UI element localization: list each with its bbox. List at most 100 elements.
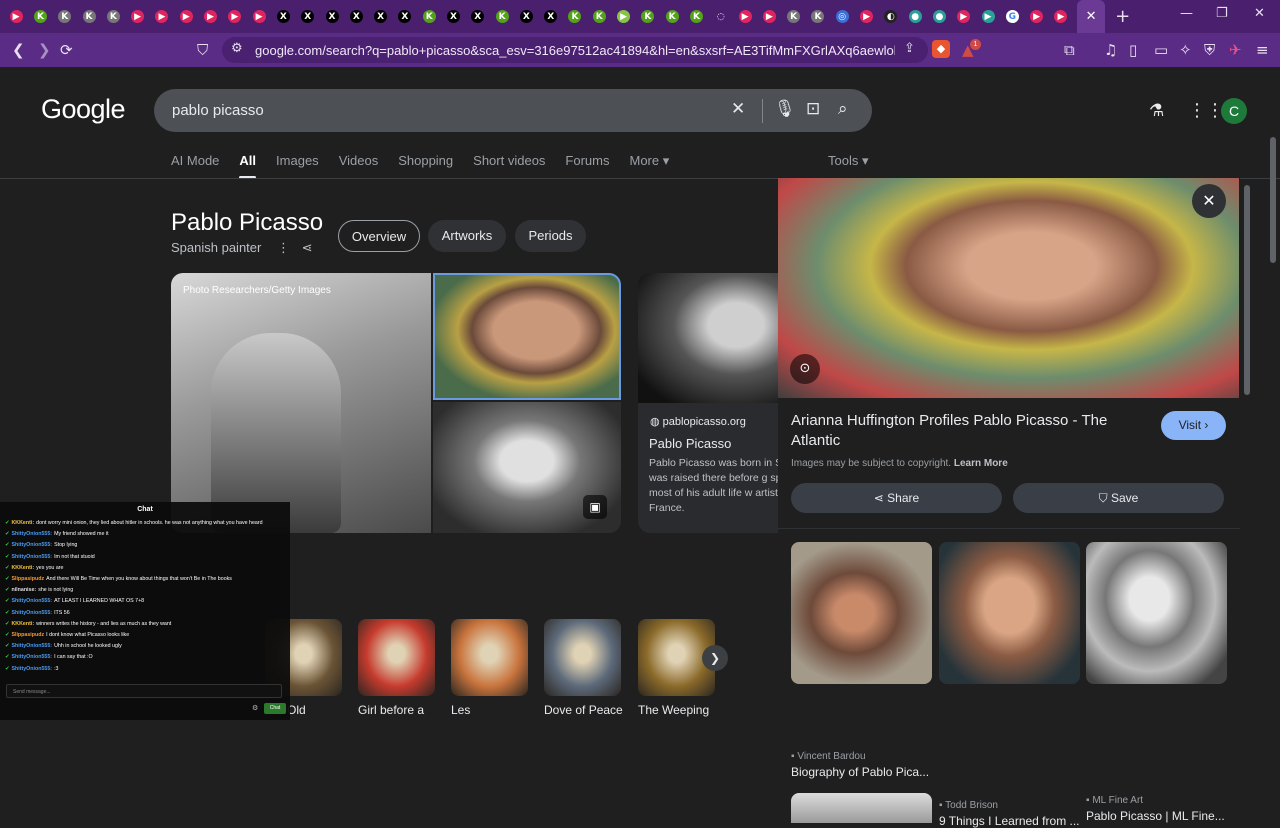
related-title[interactable]: 9 Things I Learned from ... [939,814,1079,828]
clear-search-icon[interactable]: ✕ [731,99,745,119]
browser-tab[interactable]: ◎ [830,0,854,33]
chip-artworks[interactable]: Artworks [428,220,506,252]
search-icon[interactable]: ⌕ [838,99,848,119]
more-options-icon[interactable]: ⋮ [277,241,290,256]
learn-more-link[interactable]: Learn More [954,458,1008,469]
chat-username[interactable]: ShittyOnion555: [11,666,52,672]
browser-tab[interactable]: K [636,0,660,33]
browser-tab[interactable]: ▶ [854,0,878,33]
wallet-icon[interactable]: ▭ [1154,41,1168,59]
browser-tab[interactable]: K [101,0,125,33]
picasso-profile-photo[interactable] [638,273,778,403]
browser-tab[interactable]: X [368,0,392,33]
browser-tab[interactable]: ▶ [247,0,271,33]
browser-tab[interactable]: K [77,0,101,33]
active-tab[interactable]: ✕ [1077,0,1106,33]
artwork-label[interactable]: Girl before a [358,703,424,717]
browser-tab[interactable]: ▶ [1049,0,1073,33]
related-image[interactable] [939,542,1080,684]
save-button[interactable]: ⛉ Save [1013,483,1224,513]
chat-username[interactable]: ShittyOnion555: [11,554,52,560]
chat-username[interactable]: ShittyOnion555: [11,598,52,604]
chip-periods[interactable]: Periods [515,220,586,252]
chip-overview[interactable]: Overview [338,220,420,252]
artwork-thumb[interactable] [451,619,528,696]
account-avatar[interactable]: C [1221,98,1247,124]
browser-tab[interactable]: ▶ [1024,0,1048,33]
browser-tab[interactable]: X [539,0,563,33]
browser-tab[interactable]: ▶ [952,0,976,33]
browser-tab[interactable]: ▶ [174,0,198,33]
tab-search-icon[interactable]: ⧉ [1064,41,1075,59]
browser-tab[interactable]: ▶ [4,0,28,33]
chat-username[interactable]: Slippasipudz [11,576,44,582]
tab-short-videos[interactable]: Short videos [473,153,545,179]
share-button[interactable]: ⋖ Share [791,483,1002,513]
new-tab-button[interactable]: + [1115,6,1130,27]
tab-videos[interactable]: Videos [339,153,379,179]
url-text[interactable]: google.com/search?q=pablo+picasso&sca_es… [255,43,895,58]
browser-tab[interactable]: ▶ [150,0,174,33]
picasso-photo-color[interactable] [433,273,621,400]
browser-tab[interactable]: K [28,0,52,33]
back-icon[interactable]: ❮ [12,41,25,59]
labs-icon[interactable]: ⚗ [1149,101,1164,121]
tab-images[interactable]: Images [276,153,319,179]
tab-all[interactable]: All [239,153,256,179]
browser-tab[interactable]: X [393,0,417,33]
related-image[interactable] [791,542,932,684]
share-icon[interactable]: ⋖ [302,241,313,256]
browser-tab[interactable]: ▶ [198,0,222,33]
browser-tab[interactable]: K [660,0,684,33]
related-image[interactable] [791,793,932,823]
browser-tab[interactable]: G [1000,0,1024,33]
preview-title[interactable]: Arianna Huffington Profiles Pablo Picass… [791,411,1141,451]
bookmark-icon[interactable]: ⛉ [197,41,208,59]
artwork-label[interactable]: The Weeping [638,703,709,717]
chat-username[interactable]: ShittyOnion555: [11,531,52,537]
close-preview-icon[interactable]: ✕ [1192,184,1226,218]
browser-tab[interactable]: K [490,0,514,33]
artwork-thumb[interactable] [358,619,435,696]
tab-ai-mode[interactable]: AI Mode [171,153,219,179]
browser-tab[interactable]: X [320,0,344,33]
reload-icon[interactable]: ⟳ [60,41,73,59]
chat-send-button[interactable]: Chat [264,703,286,714]
restore-icon[interactable]: ❐ [1216,6,1228,21]
chat-username[interactable]: ShittyOnion555: [11,610,52,616]
forward-icon[interactable]: ❯ [38,41,51,59]
artwork-thumb[interactable] [544,619,621,696]
chat-username[interactable]: KKKenti: [11,565,34,571]
browser-tab[interactable]: X [514,0,538,33]
address-bar[interactable]: ⚙ google.com/search?q=pablo+picasso&sca_… [222,37,928,63]
browser-tab[interactable]: K [806,0,830,33]
browser-tab[interactable]: K [684,0,708,33]
preview-image[interactable] [778,178,1239,398]
lens-search-icon[interactable]: ⊡ [806,99,820,119]
minimize-icon[interactable]: — [1180,6,1193,21]
search-input[interactable]: pablo picasso [172,102,264,119]
artworks-next-icon[interactable]: ❯ [702,645,728,671]
related-title[interactable]: Pablo Picasso | ML Fine... [1086,809,1226,823]
tab-forums[interactable]: Forums [565,153,609,179]
chat-username[interactable]: ShittyOnion555: [11,542,52,548]
browser-tab[interactable]: K [782,0,806,33]
browser-tab[interactable]: ▶ [611,0,635,33]
leo-ai-icon[interactable]: ✧ [1179,41,1192,59]
tools-button[interactable]: Tools ▾ [828,153,869,169]
chat-settings-icon[interactable]: ⚙ [252,704,258,712]
source-card[interactable]: ◍ pablopicasso.org Pablo Picasso Pablo P… [638,403,778,533]
visit-button[interactable]: Visit › [1161,411,1226,440]
close-tab-icon[interactable]: ✕ [1086,9,1097,24]
artwork-label[interactable]: Les [451,703,470,717]
vpn-icon[interactable]: ⛨ [1204,41,1215,59]
media-icon[interactable]: ♫ [1104,41,1117,59]
browser-tab[interactable]: ▶ [223,0,247,33]
voice-search-icon[interactable]: 🎙 [774,99,796,119]
browser-tab[interactable]: X [296,0,320,33]
menu-icon[interactable]: ≡ [1256,41,1269,59]
chat-username[interactable]: ShittyOnion555: [11,643,52,649]
sidebar-icon[interactable]: ▯ [1129,41,1137,59]
lens-icon[interactable]: ⊙ [790,354,820,384]
chat-username[interactable]: Slippasipudz [11,632,44,638]
